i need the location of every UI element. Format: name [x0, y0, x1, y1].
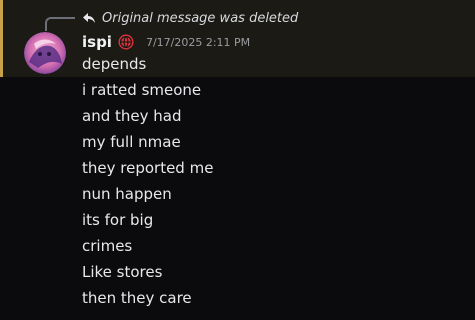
message-line: Like stores [82, 263, 163, 281]
message-line: crimes [82, 237, 133, 255]
reply-arrow-icon [82, 11, 96, 25]
globe-icon[interactable] [118, 34, 134, 50]
reply-spine [45, 17, 75, 31]
message-line: my full nmae [82, 133, 181, 151]
message-header: ispi 7/17/2025 2:11 PM [82, 32, 250, 52]
chat-view: Original message was deleted ispi 7/17/2… [0, 0, 475, 320]
message-line: i ratted smeone [82, 81, 202, 99]
avatar[interactable] [24, 32, 66, 74]
message-line: then they care [82, 289, 192, 307]
message-line: nun happen [82, 185, 172, 203]
message-line: depends [82, 55, 147, 73]
message-content: depends i ratted smeone and they had my … [82, 53, 213, 313]
reply-text: Original message was deleted [102, 10, 299, 26]
timestamp: 7/17/2025 2:11 PM [145, 35, 251, 49]
reply-reference[interactable]: Original message was deleted [82, 9, 298, 27]
message-line: and they had [82, 107, 182, 125]
message-line: they reported me [82, 159, 214, 177]
username[interactable]: ispi [82, 33, 112, 51]
message-line: its for big [82, 211, 154, 229]
